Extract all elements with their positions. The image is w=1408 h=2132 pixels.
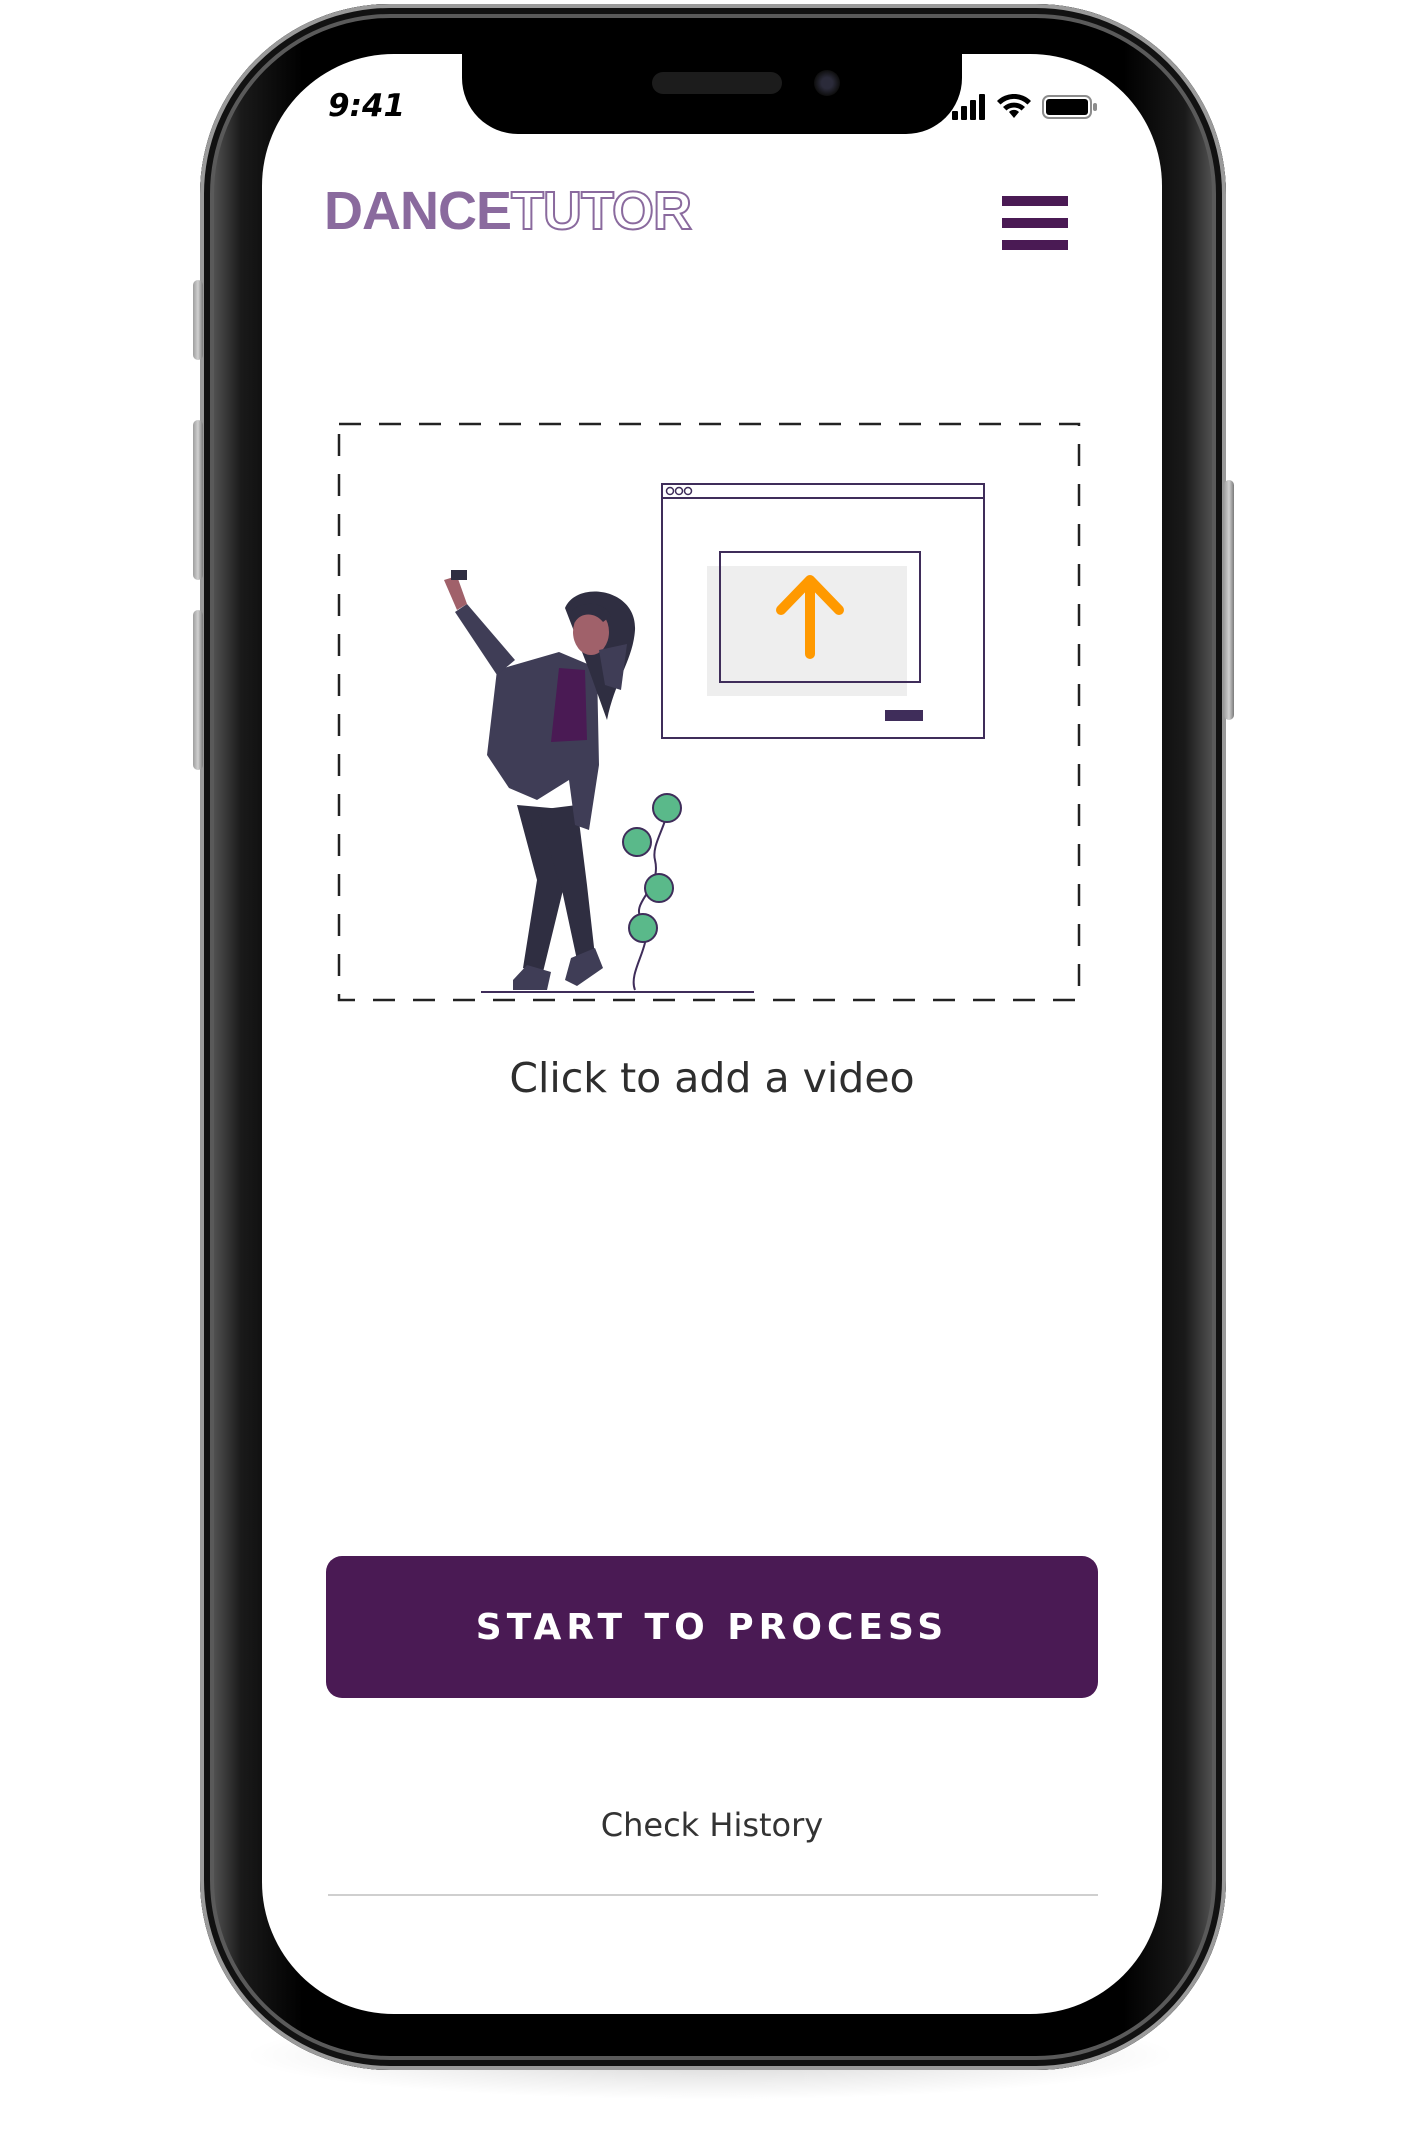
logo-text-dance: DANCE (324, 181, 512, 241)
battery-icon (1042, 95, 1097, 119)
upload-illustration (337, 422, 1081, 1002)
app-logo[interactable]: DANCETUTOR (324, 181, 693, 241)
page: 9:41 DANCETUTOR Click to add a video STA… (0, 0, 1408, 2132)
signal-icon (952, 94, 985, 120)
status-time: 9:41 (328, 88, 406, 124)
check-history-link[interactable]: Check History (262, 1806, 1162, 1844)
wifi-icon (997, 94, 1031, 118)
volume-down-button (193, 610, 203, 770)
volume-up-button (193, 420, 203, 580)
speaker-grille (652, 72, 782, 94)
power-button (1224, 480, 1234, 720)
phone-screen: 9:41 DANCETUTOR Click to add a video STA… (262, 54, 1162, 2014)
plant-icon (622, 793, 682, 991)
divider (328, 1894, 1098, 1896)
mute-switch (193, 280, 203, 360)
logo-text-tutor: TUTOR (510, 181, 693, 241)
video-upload-dropzone[interactable] (337, 420, 1083, 1004)
notch (462, 54, 962, 134)
status-icons (952, 94, 1098, 120)
start-to-process-label: START TO PROCESS (475, 1606, 949, 1648)
hamburger-menu-icon[interactable] (1002, 196, 1068, 250)
browser-window-icon (661, 483, 985, 739)
start-to-process-button[interactable]: START TO PROCESS (326, 1556, 1098, 1698)
front-camera (814, 70, 840, 96)
person-figure (444, 570, 636, 990)
upload-caption[interactable]: Click to add a video (262, 1054, 1162, 1102)
